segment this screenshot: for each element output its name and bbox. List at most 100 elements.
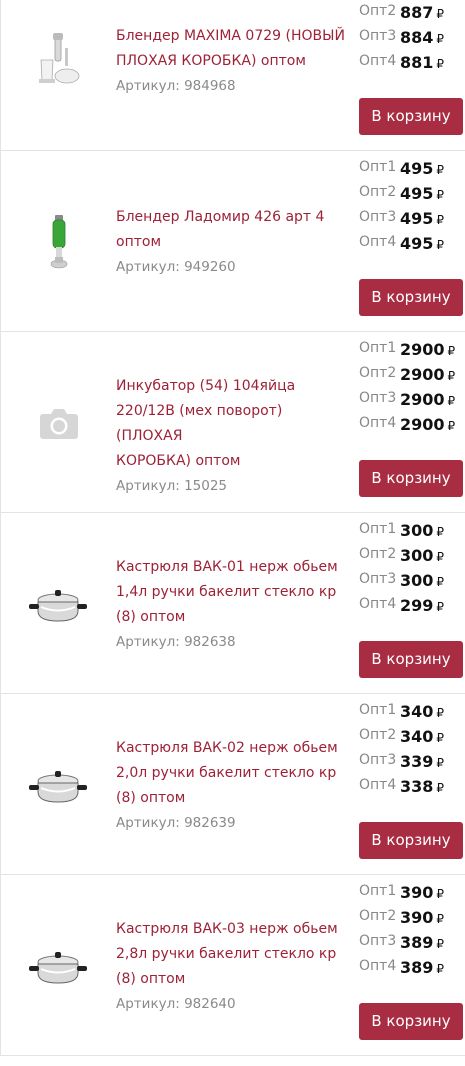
product-info: Блендер MAXIMA 0729 (НОВЫЙ ПЛОХАЯ КОРОБКА… [116, 24, 348, 99]
product-title-line: (8) оптом [116, 609, 186, 625]
price-tier-value: 2900 ₽ [400, 414, 455, 437]
product-row: Блендер Ладомир 426 арт 4 оптом Артикул: 9… [0, 151, 465, 332]
price-tier-label: Опт4 [359, 596, 397, 612]
product-info: Кастрюля ВАК-01 нерж обьем 1,4л ручки бак… [116, 555, 348, 655]
price-tier-label: Опт3 [359, 209, 397, 225]
price-tier-value: 495 ₽ [400, 158, 444, 181]
price-tier-label: Опт4 [359, 53, 397, 69]
product-row: Кастрюля ВАК-01 нерж обьем 1,4л ручки бак… [0, 513, 465, 694]
price-amount: 339 [400, 752, 434, 771]
product-title-link[interactable]: Блендер Ладомир 426 арт 4 оптом [116, 205, 348, 255]
price-tier-row: Опт3 495 ₽ [359, 206, 465, 231]
product-title-link[interactable]: Кастрюля ВАК-02 нерж обьем 2,0л ручки бак… [116, 736, 348, 811]
product-title-link[interactable]: Инкубатор (54) 104яйца 220/12В (мех повор… [116, 374, 348, 474]
price-tier-label: Опт2 [359, 908, 397, 924]
pot-icon[interactable] [27, 573, 89, 635]
add-to-cart-button[interactable]: В корзину [359, 98, 463, 135]
add-to-cart-button[interactable]: В корзину [359, 641, 463, 678]
product-sku: Артикул: 982638 [116, 630, 348, 655]
price-tier-row: Опт1 340 ₽ [359, 699, 465, 724]
currency-symbol: ₽ [436, 887, 445, 901]
price-tier-value: 2900 ₽ [400, 364, 455, 387]
sku-prefix: Артикул: [116, 815, 180, 831]
add-to-cart-button[interactable]: В корзину [359, 822, 463, 859]
camera-placeholder-icon[interactable] [27, 392, 89, 454]
add-to-cart-button[interactable]: В корзину [359, 279, 463, 316]
price-tier-label: Опт2 [359, 184, 397, 200]
price-tier-value: 495 ₽ [400, 233, 444, 256]
price-tier-row: Опт3 339 ₽ [359, 749, 465, 774]
sku-prefix: Артикул: [116, 78, 180, 94]
price-tier-row: Опт1 300 ₽ [359, 518, 465, 543]
sku-value: 982640 [184, 996, 236, 1012]
price-amount: 389 [400, 933, 434, 952]
product-title-link[interactable]: Кастрюля ВАК-03 нерж обьем 2,8л ручки бак… [116, 917, 348, 992]
pot-icon[interactable] [27, 935, 89, 997]
sku-prefix: Артикул: [116, 996, 180, 1012]
product-title-link[interactable]: Кастрюля ВАК-01 нерж обьем 1,4л ручки бак… [116, 555, 348, 630]
product-title-line: (8) оптом [116, 790, 186, 806]
currency-symbol: ₽ [436, 525, 445, 539]
price-tier-value: 300 ₽ [400, 520, 444, 543]
price-tier-label: Опт3 [359, 752, 397, 768]
price-tier-label: Опт1 [359, 159, 397, 175]
add-to-cart-button[interactable]: В корзину [359, 1003, 463, 1040]
blender-green-icon[interactable] [27, 211, 89, 273]
product-title-line: 220/12В (мех поворот)(ПЛОХАЯ [116, 403, 283, 444]
product-title-line: оптом [116, 234, 162, 250]
product-sku: Артикул: 982640 [116, 992, 348, 1017]
product-sku: Артикул: 949260 [116, 255, 348, 280]
price-tier-label: Опт2 [359, 3, 397, 19]
price-amount: 2900 [400, 415, 445, 434]
price-tier-label: Опт4 [359, 777, 397, 793]
product-sku: Артикул: 982639 [116, 811, 348, 836]
price-amount: 300 [400, 571, 434, 590]
price-tier-value: 299 ₽ [400, 595, 444, 618]
pot-icon[interactable] [27, 754, 89, 816]
currency-symbol: ₽ [436, 781, 445, 795]
currency-symbol: ₽ [436, 962, 445, 976]
currency-symbol: ₽ [436, 706, 445, 720]
product-info: Блендер Ладомир 426 арт 4 оптом Артикул: 9… [116, 205, 348, 280]
price-amount: 390 [400, 908, 434, 927]
sku-value: 982639 [184, 815, 236, 831]
sku-prefix: Артикул: [116, 259, 180, 275]
product-title-line: Блендер MAXIMA 0729 (НОВЫЙ [116, 28, 345, 44]
add-to-cart-button[interactable]: В корзину [359, 460, 463, 497]
price-tier-row: Опт1 495 ₽ [359, 156, 465, 181]
price-tier-row: Опт4 881 ₽ [359, 50, 465, 75]
currency-symbol: ₽ [436, 32, 445, 46]
price-tier-row: Опт4 389 ₽ [359, 955, 465, 980]
sku-prefix: Артикул: [116, 478, 180, 494]
price-tier-value: 340 ₽ [400, 726, 444, 749]
price-amount: 495 [400, 234, 434, 253]
currency-symbol: ₽ [436, 238, 445, 252]
sku-prefix: Артикул: [116, 634, 180, 650]
price-tier-row: Опт3 2900 ₽ [359, 387, 465, 412]
currency-symbol: ₽ [436, 57, 445, 71]
price-amount: 495 [400, 209, 434, 228]
price-tier-value: 390 ₽ [400, 907, 444, 930]
price-amount: 2900 [400, 390, 445, 409]
price-tier-value: 2900 ₽ [400, 389, 455, 412]
currency-symbol: ₽ [436, 600, 445, 614]
currency-symbol: ₽ [436, 912, 445, 926]
blender-white-icon[interactable] [27, 30, 89, 92]
currency-symbol: ₽ [436, 188, 445, 202]
price-tier-label: Опт4 [359, 415, 397, 431]
currency-symbol: ₽ [447, 369, 456, 383]
price-tier-row: Опт3 389 ₽ [359, 930, 465, 955]
product-info: Кастрюля ВАК-03 нерж обьем 2,8л ручки бак… [116, 917, 348, 1017]
price-amount: 495 [400, 184, 434, 203]
price-tier-row: Опт2 390 ₽ [359, 905, 465, 930]
currency-symbol: ₽ [436, 550, 445, 564]
product-info: Кастрюля ВАК-02 нерж обьем 2,0л ручки бак… [116, 736, 348, 836]
price-amount: 300 [400, 521, 434, 540]
price-tier-row: Опт4 495 ₽ [359, 231, 465, 256]
price-amount: 887 [400, 3, 434, 22]
price-amount: 2900 [400, 340, 445, 359]
price-amount: 390 [400, 883, 434, 902]
price-tier-row: Опт2 887 ₽ [359, 0, 465, 25]
product-row: Кастрюля ВАК-03 нерж обьем 2,8л ручки бак… [0, 875, 465, 1056]
product-title-link[interactable]: Блендер MAXIMA 0729 (НОВЫЙ ПЛОХАЯ КОРОБКА… [116, 24, 348, 74]
